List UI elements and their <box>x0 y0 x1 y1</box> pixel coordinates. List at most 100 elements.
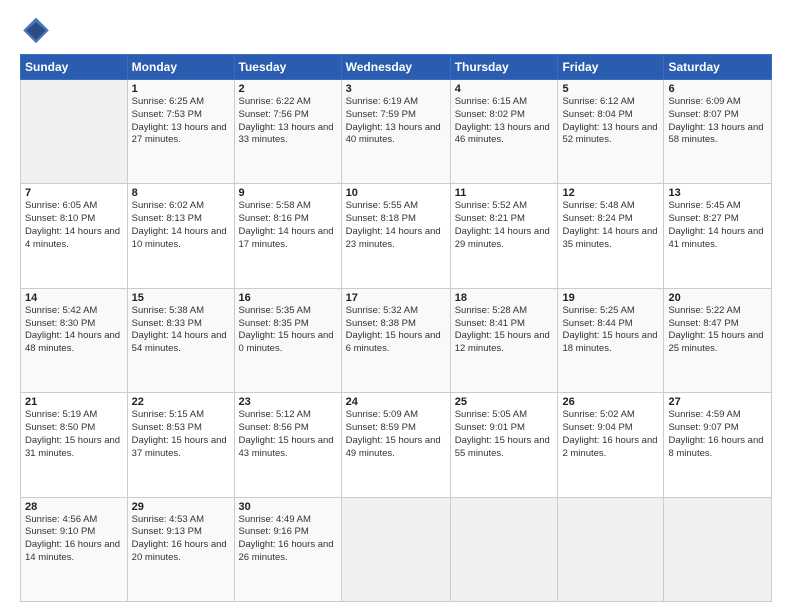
day-info: Sunrise: 6:09 AMSunset: 8:07 PMDaylight:… <box>668 96 767 147</box>
day-number: 4 <box>455 83 554 95</box>
day-info: Sunrise: 4:56 AMSunset: 9:10 PMDaylight:… <box>25 514 123 565</box>
day-number: 7 <box>25 187 123 199</box>
calendar-cell: 1Sunrise: 6:25 AMSunset: 7:53 PMDaylight… <box>127 80 234 184</box>
calendar-cell <box>450 497 558 601</box>
calendar-cell <box>558 497 664 601</box>
logo-icon <box>20 16 52 48</box>
calendar-cell <box>341 497 450 601</box>
calendar-cell: 11Sunrise: 5:52 AMSunset: 8:21 PMDayligh… <box>450 184 558 288</box>
calendar-page: SundayMondayTuesdayWednesdayThursdayFrid… <box>0 0 792 612</box>
day-number: 2 <box>239 83 337 95</box>
calendar-table: SundayMondayTuesdayWednesdayThursdayFrid… <box>20 54 772 602</box>
column-header-wednesday: Wednesday <box>341 55 450 80</box>
day-info: Sunrise: 5:22 AMSunset: 8:47 PMDaylight:… <box>668 305 767 356</box>
day-number: 15 <box>132 292 230 304</box>
day-number: 9 <box>239 187 337 199</box>
calendar-cell: 2Sunrise: 6:22 AMSunset: 7:56 PMDaylight… <box>234 80 341 184</box>
calendar-cell: 8Sunrise: 6:02 AMSunset: 8:13 PMDaylight… <box>127 184 234 288</box>
day-info: Sunrise: 6:22 AMSunset: 7:56 PMDaylight:… <box>239 96 337 147</box>
day-number: 11 <box>455 187 554 199</box>
day-number: 18 <box>455 292 554 304</box>
calendar-cell: 4Sunrise: 6:15 AMSunset: 8:02 PMDaylight… <box>450 80 558 184</box>
calendar-cell: 17Sunrise: 5:32 AMSunset: 8:38 PMDayligh… <box>341 288 450 392</box>
calendar-week-row: 7Sunrise: 6:05 AMSunset: 8:10 PMDaylight… <box>21 184 772 288</box>
day-number: 8 <box>132 187 230 199</box>
calendar-week-row: 28Sunrise: 4:56 AMSunset: 9:10 PMDayligh… <box>21 497 772 601</box>
column-header-sunday: Sunday <box>21 55 128 80</box>
day-info: Sunrise: 4:59 AMSunset: 9:07 PMDaylight:… <box>668 409 767 460</box>
day-info: Sunrise: 4:53 AMSunset: 9:13 PMDaylight:… <box>132 514 230 565</box>
day-info: Sunrise: 5:09 AMSunset: 8:59 PMDaylight:… <box>346 409 446 460</box>
logo <box>20 16 56 48</box>
calendar-header-row: SundayMondayTuesdayWednesdayThursdayFrid… <box>21 55 772 80</box>
day-number: 12 <box>562 187 659 199</box>
day-info: Sunrise: 5:32 AMSunset: 8:38 PMDaylight:… <box>346 305 446 356</box>
day-info: Sunrise: 6:19 AMSunset: 7:59 PMDaylight:… <box>346 96 446 147</box>
calendar-cell: 14Sunrise: 5:42 AMSunset: 8:30 PMDayligh… <box>21 288 128 392</box>
calendar-cell: 30Sunrise: 4:49 AMSunset: 9:16 PMDayligh… <box>234 497 341 601</box>
day-info: Sunrise: 4:49 AMSunset: 9:16 PMDaylight:… <box>239 514 337 565</box>
calendar-cell: 9Sunrise: 5:58 AMSunset: 8:16 PMDaylight… <box>234 184 341 288</box>
day-number: 28 <box>25 501 123 513</box>
day-number: 30 <box>239 501 337 513</box>
day-info: Sunrise: 5:02 AMSunset: 9:04 PMDaylight:… <box>562 409 659 460</box>
calendar-cell: 26Sunrise: 5:02 AMSunset: 9:04 PMDayligh… <box>558 393 664 497</box>
day-info: Sunrise: 5:55 AMSunset: 8:18 PMDaylight:… <box>346 200 446 251</box>
day-number: 24 <box>346 396 446 408</box>
calendar-cell: 7Sunrise: 6:05 AMSunset: 8:10 PMDaylight… <box>21 184 128 288</box>
day-number: 22 <box>132 396 230 408</box>
calendar-cell: 21Sunrise: 5:19 AMSunset: 8:50 PMDayligh… <box>21 393 128 497</box>
calendar-week-row: 14Sunrise: 5:42 AMSunset: 8:30 PMDayligh… <box>21 288 772 392</box>
calendar-cell: 28Sunrise: 4:56 AMSunset: 9:10 PMDayligh… <box>21 497 128 601</box>
day-info: Sunrise: 5:48 AMSunset: 8:24 PMDaylight:… <box>562 200 659 251</box>
day-info: Sunrise: 5:05 AMSunset: 9:01 PMDaylight:… <box>455 409 554 460</box>
day-number: 14 <box>25 292 123 304</box>
day-number: 10 <box>346 187 446 199</box>
day-info: Sunrise: 6:02 AMSunset: 8:13 PMDaylight:… <box>132 200 230 251</box>
day-info: Sunrise: 6:25 AMSunset: 7:53 PMDaylight:… <box>132 96 230 147</box>
calendar-cell: 13Sunrise: 5:45 AMSunset: 8:27 PMDayligh… <box>664 184 772 288</box>
column-header-thursday: Thursday <box>450 55 558 80</box>
column-header-tuesday: Tuesday <box>234 55 341 80</box>
calendar-cell: 3Sunrise: 6:19 AMSunset: 7:59 PMDaylight… <box>341 80 450 184</box>
day-info: Sunrise: 6:15 AMSunset: 8:02 PMDaylight:… <box>455 96 554 147</box>
calendar-cell: 29Sunrise: 4:53 AMSunset: 9:13 PMDayligh… <box>127 497 234 601</box>
day-info: Sunrise: 5:15 AMSunset: 8:53 PMDaylight:… <box>132 409 230 460</box>
day-info: Sunrise: 5:12 AMSunset: 8:56 PMDaylight:… <box>239 409 337 460</box>
calendar-cell: 22Sunrise: 5:15 AMSunset: 8:53 PMDayligh… <box>127 393 234 497</box>
day-info: Sunrise: 5:58 AMSunset: 8:16 PMDaylight:… <box>239 200 337 251</box>
day-number: 1 <box>132 83 230 95</box>
day-info: Sunrise: 5:42 AMSunset: 8:30 PMDaylight:… <box>25 305 123 356</box>
day-number: 13 <box>668 187 767 199</box>
day-number: 23 <box>239 396 337 408</box>
calendar-cell: 18Sunrise: 5:28 AMSunset: 8:41 PMDayligh… <box>450 288 558 392</box>
calendar-cell: 15Sunrise: 5:38 AMSunset: 8:33 PMDayligh… <box>127 288 234 392</box>
calendar-cell <box>664 497 772 601</box>
calendar-week-row: 1Sunrise: 6:25 AMSunset: 7:53 PMDaylight… <box>21 80 772 184</box>
day-number: 25 <box>455 396 554 408</box>
day-info: Sunrise: 5:25 AMSunset: 8:44 PMDaylight:… <box>562 305 659 356</box>
day-info: Sunrise: 5:35 AMSunset: 8:35 PMDaylight:… <box>239 305 337 356</box>
calendar-cell: 24Sunrise: 5:09 AMSunset: 8:59 PMDayligh… <box>341 393 450 497</box>
day-number: 26 <box>562 396 659 408</box>
column-header-friday: Friday <box>558 55 664 80</box>
calendar-cell: 23Sunrise: 5:12 AMSunset: 8:56 PMDayligh… <box>234 393 341 497</box>
day-info: Sunrise: 6:05 AMSunset: 8:10 PMDaylight:… <box>25 200 123 251</box>
calendar-cell <box>21 80 128 184</box>
day-number: 27 <box>668 396 767 408</box>
column-header-monday: Monday <box>127 55 234 80</box>
day-number: 3 <box>346 83 446 95</box>
column-header-saturday: Saturday <box>664 55 772 80</box>
calendar-cell: 5Sunrise: 6:12 AMSunset: 8:04 PMDaylight… <box>558 80 664 184</box>
day-number: 16 <box>239 292 337 304</box>
calendar-week-row: 21Sunrise: 5:19 AMSunset: 8:50 PMDayligh… <box>21 393 772 497</box>
day-info: Sunrise: 5:28 AMSunset: 8:41 PMDaylight:… <box>455 305 554 356</box>
day-info: Sunrise: 6:12 AMSunset: 8:04 PMDaylight:… <box>562 96 659 147</box>
calendar-cell: 27Sunrise: 4:59 AMSunset: 9:07 PMDayligh… <box>664 393 772 497</box>
calendar-cell: 16Sunrise: 5:35 AMSunset: 8:35 PMDayligh… <box>234 288 341 392</box>
calendar-cell: 10Sunrise: 5:55 AMSunset: 8:18 PMDayligh… <box>341 184 450 288</box>
day-number: 19 <box>562 292 659 304</box>
calendar-cell: 6Sunrise: 6:09 AMSunset: 8:07 PMDaylight… <box>664 80 772 184</box>
day-info: Sunrise: 5:52 AMSunset: 8:21 PMDaylight:… <box>455 200 554 251</box>
day-info: Sunrise: 5:19 AMSunset: 8:50 PMDaylight:… <box>25 409 123 460</box>
